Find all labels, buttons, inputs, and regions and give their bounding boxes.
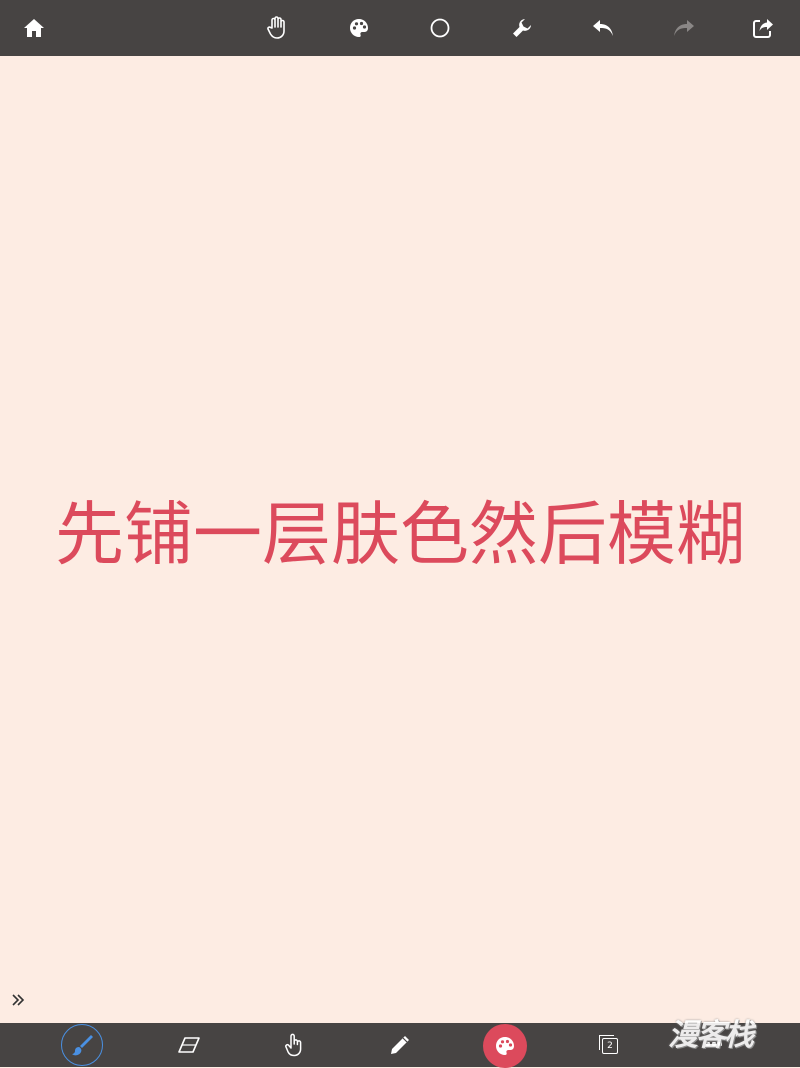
- color-picker-button[interactable]: [483, 1024, 527, 1068]
- share-icon: [753, 19, 773, 38]
- hand-icon: [267, 16, 285, 39]
- undo-icon: [593, 20, 613, 36]
- top-toolbar: [0, 0, 800, 56]
- smudge-tool-button[interactable]: [274, 1025, 314, 1065]
- settings-wrench-button[interactable]: [502, 14, 542, 42]
- double-chevron-right-icon: [12, 994, 25, 1006]
- expand-panel-button[interactable]: [6, 988, 30, 1012]
- layer-count: 2: [607, 1041, 613, 1051]
- share-button[interactable]: [744, 14, 784, 42]
- brush-icon: [72, 1035, 93, 1056]
- eraser-icon: [178, 1037, 200, 1053]
- brush-tool-button[interactable]: [61, 1024, 103, 1066]
- layers-icon: 2: [599, 1035, 618, 1054]
- hand-tool-button[interactable]: [257, 14, 297, 42]
- finger-icon: [285, 1033, 302, 1057]
- palette-icon: [350, 19, 368, 37]
- home-icon: [24, 19, 44, 37]
- wrench-icon: [513, 19, 531, 37]
- color-palette-button[interactable]: [339, 14, 379, 42]
- layers-button[interactable]: 2: [599, 1035, 620, 1056]
- undo-button[interactable]: [583, 14, 623, 42]
- redo-icon: [674, 20, 694, 36]
- pencil-icon: [391, 1036, 409, 1054]
- home-button[interactable]: [14, 14, 54, 42]
- canvas-text: 先铺一层肤色然后模糊: [55, 495, 745, 575]
- circle-icon: [430, 18, 450, 38]
- eraser-tool-button[interactable]: [169, 1025, 209, 1065]
- shape-tool-button[interactable]: [420, 14, 460, 42]
- palette-icon: [496, 1037, 514, 1055]
- pencil-tool-button[interactable]: [380, 1025, 420, 1065]
- redo-button[interactable]: [664, 14, 704, 42]
- watermark-logo: 漫客栈: [668, 1018, 754, 1053]
